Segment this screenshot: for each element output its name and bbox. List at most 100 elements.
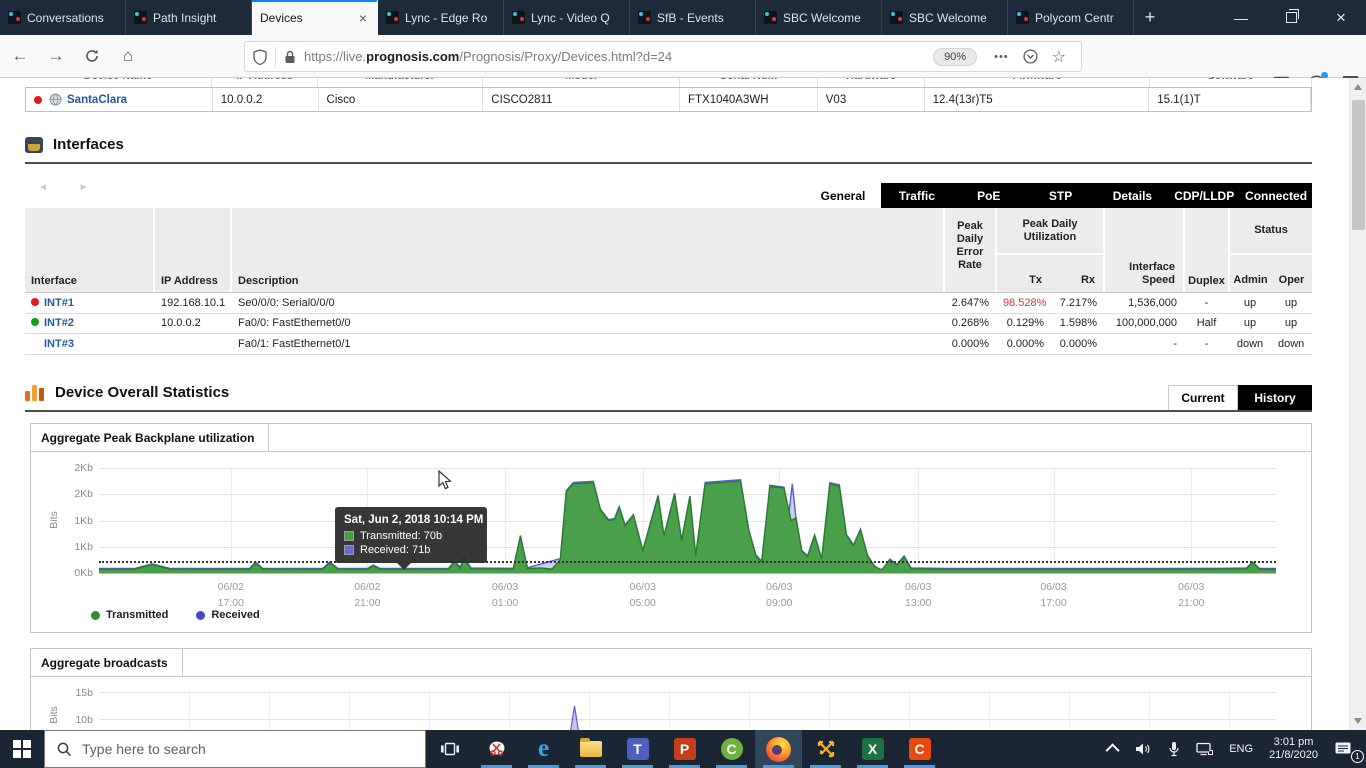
clock[interactable]: 3:01 pm 21/8/2020 xyxy=(1261,730,1326,768)
tab-traffic[interactable]: Traffic xyxy=(881,183,953,208)
interface-link[interactable]: INT#2 xyxy=(44,317,74,329)
interfaces-pager[interactable]: ◄ ► xyxy=(38,182,103,193)
scroll-up-arrow[interactable] xyxy=(1354,84,1362,90)
tab-details[interactable]: Details xyxy=(1096,183,1168,208)
cell-ip: 192.168.10.1 xyxy=(161,296,226,309)
tab-current[interactable]: Current xyxy=(1168,385,1238,410)
tab-poe[interactable]: PoE xyxy=(953,183,1025,208)
file-explorer-icon xyxy=(579,738,602,757)
legend-item-transmitted[interactable]: Transmitted xyxy=(91,609,168,621)
cell-speed: - xyxy=(1173,337,1177,350)
network-button[interactable] xyxy=(1188,730,1221,768)
browser-tab-devices[interactable]: Devices × xyxy=(252,0,378,35)
forward-button[interactable]: → xyxy=(40,40,72,72)
url-bar[interactable]: https://live.prognosis.com/Prognosis/Pro… xyxy=(244,41,1082,72)
cell-description: Fa0/0: FastEthernet0/0 xyxy=(238,317,351,330)
file-explorer-button[interactable] xyxy=(567,730,614,768)
scroll-down-arrow[interactable] xyxy=(1354,718,1362,724)
firefox-icon xyxy=(766,736,791,762)
reload-button[interactable] xyxy=(76,40,108,72)
close-button[interactable]: × xyxy=(1316,0,1366,35)
y-tick-label: 2Kb xyxy=(74,462,93,474)
scrollbar-thumb[interactable] xyxy=(1352,100,1365,230)
tab-favicon xyxy=(8,11,21,24)
zoom-level-badge[interactable]: 90% xyxy=(933,47,978,66)
interface-link[interactable]: INT#3 xyxy=(44,338,74,350)
excel-button[interactable]: X xyxy=(849,730,896,768)
tab-label: Devices xyxy=(260,10,303,25)
microphone-button[interactable] xyxy=(1160,730,1188,768)
globe-icon xyxy=(49,93,62,106)
browser-tab-sbc-welcome[interactable]: SBC Welcome xyxy=(756,0,882,35)
tab-close-icon[interactable]: × xyxy=(357,10,369,26)
device-firmware-cell: 12.4(13r)T5 xyxy=(925,88,1150,111)
browser-tab-polycom-centr[interactable]: Polycom Centr xyxy=(1008,0,1134,35)
device-col-header: Manufacturer xyxy=(318,78,483,87)
broadcasts-chart-panel: Aggregate broadcasts 15b 10b Bits xyxy=(30,648,1312,730)
network-tool-button[interactable] xyxy=(802,730,849,768)
tab-stp[interactable]: STP xyxy=(1025,183,1097,208)
pocket-icon[interactable] xyxy=(1023,49,1038,64)
tab-label: Polycom Centr xyxy=(1035,10,1114,25)
camtasia-recorder-button[interactable]: C xyxy=(896,730,943,768)
legend-item-received[interactable]: Received xyxy=(196,609,260,621)
browser-tab-lync-video-q[interactable]: Lync - Video Q xyxy=(504,0,630,35)
edge-icon: e xyxy=(537,735,550,762)
section-rule xyxy=(25,162,1312,164)
tracking-shield-icon[interactable] xyxy=(253,48,267,65)
tooltip-received: Received: 71b xyxy=(360,544,431,556)
taskbar-search[interactable]: Type here to search xyxy=(44,730,426,768)
tab-connected[interactable]: Connected xyxy=(1240,183,1312,208)
teams-button[interactable]: T xyxy=(614,730,661,768)
legend-dot xyxy=(196,610,206,620)
new-tab-button[interactable]: + xyxy=(1134,0,1166,35)
tray-expand-button[interactable] xyxy=(1101,730,1127,768)
camtasia-button[interactable]: C xyxy=(708,730,755,768)
interface-status-dot xyxy=(31,297,39,306)
device-col-header: IP Address xyxy=(212,78,318,87)
received-swatch xyxy=(344,545,354,555)
y-axis-label: Bits xyxy=(47,706,60,724)
browser-tab-sfb-events[interactable]: SfB - Events xyxy=(630,0,756,35)
tab-general[interactable]: General xyxy=(805,183,881,208)
browser-tab-sbc-welcome[interactable]: SBC Welcome xyxy=(882,0,1008,35)
x-tick-label: 06/03 01:00 xyxy=(491,581,519,609)
broadcasts-chart-series xyxy=(570,705,579,730)
tab-favicon xyxy=(764,11,777,24)
start-button[interactable] xyxy=(0,730,44,768)
edge-button[interactable]: e xyxy=(520,730,567,768)
firefox-button[interactable] xyxy=(755,730,802,768)
tab-cdp-lldp[interactable]: CDP/LLDP xyxy=(1168,183,1240,208)
interface-link[interactable]: INT#1 xyxy=(44,297,74,309)
powerpoint-button[interactable]: P xyxy=(661,730,708,768)
x-tick-label: 06/03 05:00 xyxy=(629,581,656,609)
gridline-h xyxy=(99,573,1276,574)
browser-tab-path-insight[interactable]: Path Insight xyxy=(126,0,252,35)
tooltip-transmitted: Transmitted: 70b xyxy=(360,530,443,542)
task-view-button[interactable] xyxy=(426,730,473,768)
language-indicator[interactable]: ENG xyxy=(1221,730,1261,768)
broadcasts-chart: 15b 10b Bits xyxy=(31,649,1311,730)
cell-oper: up xyxy=(1284,296,1298,309)
browser-tab-lync-edge-ro[interactable]: Lync - Edge Ro xyxy=(378,0,504,35)
lock-icon[interactable] xyxy=(284,50,296,64)
browser-tab-conversations[interactable]: Conversations xyxy=(0,0,126,35)
tab-history[interactable]: History xyxy=(1238,385,1312,410)
bookmark-star-icon[interactable]: ☆ xyxy=(1052,47,1066,67)
col-rx: Rx xyxy=(1080,274,1095,286)
volume-button[interactable] xyxy=(1127,730,1160,768)
snipping-tool-button[interactable] xyxy=(473,730,520,768)
action-center-button[interactable]: 1 xyxy=(1326,730,1366,768)
restore-button[interactable] xyxy=(1266,0,1316,35)
device-name-link[interactable]: SantaClara xyxy=(67,94,127,106)
system-tray: ENG 3:01 pm 21/8/2020 1 xyxy=(1101,730,1366,768)
page-actions-icon[interactable]: ••• xyxy=(994,51,1009,63)
transmitted-swatch xyxy=(344,531,354,541)
minimize-button[interactable]: — xyxy=(1216,0,1266,35)
device-col-header: Device Name xyxy=(25,78,212,87)
browser-toolbar: ← → ⌂ https://live.prognosis.com/Prognos… xyxy=(0,35,1366,92)
home-button[interactable]: ⌂ xyxy=(112,40,144,72)
page-scrollbar[interactable] xyxy=(1349,78,1366,730)
back-button[interactable]: ← xyxy=(4,40,36,72)
cell-duplex: Half xyxy=(1196,317,1217,330)
